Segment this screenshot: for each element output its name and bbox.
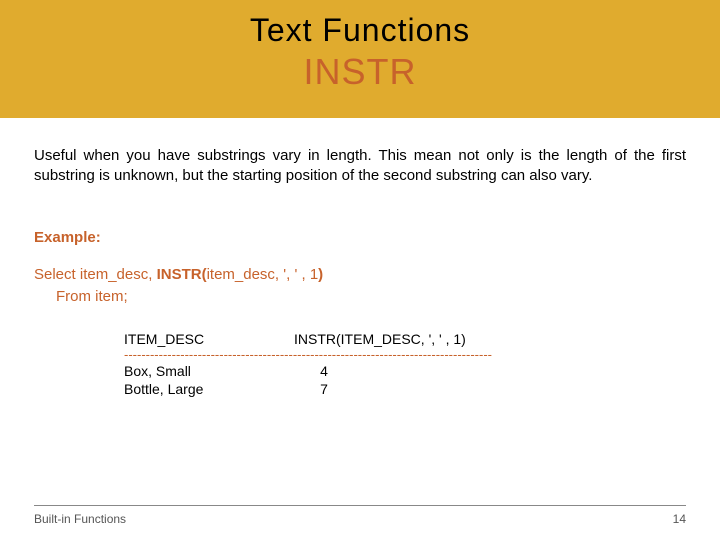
description-text: Useful when you have substrings vary in … bbox=[0, 118, 720, 187]
result-header-row: ITEM_DESC INSTR(ITEM_DESC, ', ' , 1) bbox=[124, 331, 686, 347]
slide-title: Text Functions bbox=[0, 12, 720, 49]
slide-header: Text Functions INSTR bbox=[0, 0, 720, 118]
example-label: Example: bbox=[34, 229, 686, 246]
result-col2-header: INSTR(ITEM_DESC, ', ' , 1) bbox=[294, 331, 524, 347]
result-col1-header: ITEM_DESC bbox=[124, 331, 294, 347]
result-block: ITEM_DESC INSTR(ITEM_DESC, ', ' , 1) ---… bbox=[124, 331, 686, 400]
result-divider: ----------------------------------------… bbox=[124, 347, 594, 362]
result-cell-val: 7 bbox=[294, 380, 354, 399]
slide-footer: Built-in Functions 14 bbox=[34, 505, 686, 526]
result-cell-desc: Bottle, Large bbox=[124, 380, 294, 399]
page-number: 14 bbox=[673, 512, 686, 526]
sql-query: Select item_desc, INSTR(item_desc, ', ' … bbox=[34, 264, 686, 309]
query-select: Select item_desc, bbox=[34, 266, 157, 283]
result-cell-desc: Box, Small bbox=[124, 362, 294, 381]
result-row: Box, Small 4 bbox=[124, 362, 686, 381]
query-args: item_desc, ', ' , 1 bbox=[207, 266, 319, 283]
result-row: Bottle, Large 7 bbox=[124, 380, 686, 399]
query-func-open: INSTR( bbox=[157, 266, 207, 283]
slide-subtitle: INSTR bbox=[0, 51, 720, 93]
query-func-close: ) bbox=[318, 266, 323, 283]
result-cell-val: 4 bbox=[294, 362, 354, 381]
footer-left: Built-in Functions bbox=[34, 512, 126, 526]
query-from: From item; bbox=[56, 286, 128, 309]
